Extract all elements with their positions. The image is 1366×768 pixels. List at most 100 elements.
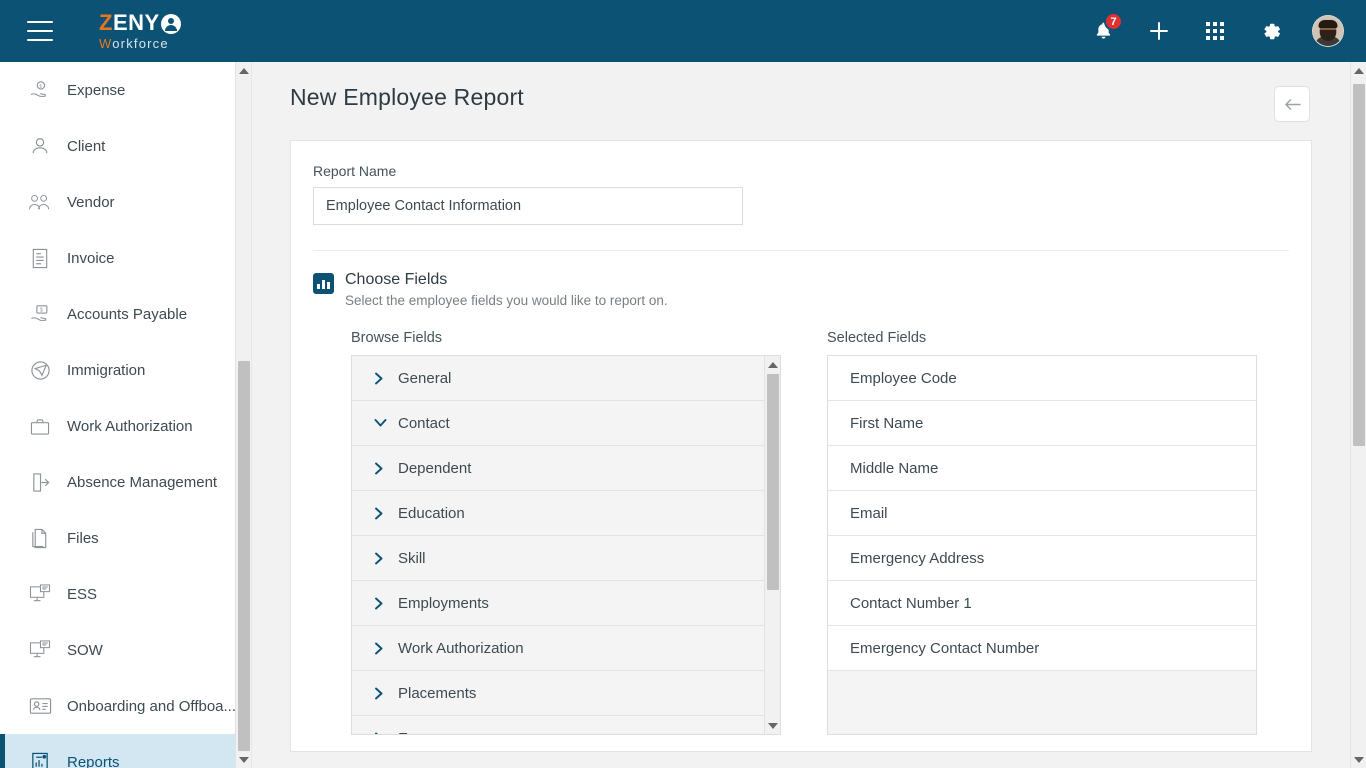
- add-new-button[interactable]: [1144, 16, 1174, 46]
- browse-scroll-down-arrow[interactable]: [765, 717, 780, 734]
- browse-scroll-up-arrow[interactable]: [765, 356, 780, 373]
- browse-row-label: Work Authorization: [398, 639, 524, 657]
- selected-fields-label: Selected Fields: [827, 330, 927, 346]
- sidebar-item-immigration[interactable]: Immigration: [0, 342, 251, 398]
- hamburger-menu-icon[interactable]: [27, 21, 53, 41]
- plus-icon: [1150, 22, 1168, 40]
- page-scroll-thumb[interactable]: [1353, 84, 1365, 446]
- sidebar-item-reports[interactable]: Reports: [0, 734, 251, 768]
- report-builder-card: Report Name Choose Fields Select the emp…: [290, 140, 1312, 752]
- sidebar-scroll-thumb[interactable]: [238, 361, 250, 751]
- sidebar-item-vendor[interactable]: Vendor: [0, 174, 251, 230]
- browse-fields-scrollbar[interactable]: [764, 356, 780, 734]
- left-sidebar-navigation: $ Expense Client Vendor Invoice $ Accoun…: [0, 62, 252, 768]
- sidebar-item-label: Invoice: [67, 249, 115, 267]
- sidebar-item-absence-management[interactable]: Absence Management: [0, 454, 251, 510]
- sidebar-item-expense[interactable]: $ Expense: [0, 62, 251, 118]
- sidebar-item-invoice[interactable]: Invoice: [0, 230, 251, 286]
- apps-launcher-button[interactable]: [1200, 16, 1230, 46]
- selected-field-row[interactable]: Contact Number 1: [828, 581, 1256, 626]
- selected-field-row[interactable]: Emergency Address: [828, 536, 1256, 581]
- immigration-icon: [27, 358, 53, 382]
- browse-fields-label: Browse Fields: [351, 330, 443, 346]
- sidebar-item-label: Files: [67, 529, 99, 547]
- chevron-right-icon[interactable]: [374, 507, 390, 520]
- selected-field-row[interactable]: First Name: [828, 401, 1256, 446]
- browse-scroll-thumb[interactable]: [767, 374, 779, 590]
- browse-fields-rows: General Contact Dependent Education Skil…: [352, 356, 764, 735]
- browse-row-label: E: [398, 730, 408, 735]
- sidebar-item-label: SOW: [67, 641, 103, 659]
- selected-field-row[interactable]: Middle Name: [828, 446, 1256, 491]
- app-logo[interactable]: Z ENY Workforce: [99, 12, 181, 50]
- notifications-button[interactable]: 7: [1088, 12, 1123, 46]
- onboarding-icon: [27, 694, 53, 718]
- selected-field-row[interactable]: Email: [828, 491, 1256, 536]
- sidebar-item-ess[interactable]: ESS: [0, 566, 251, 622]
- back-button[interactable]: [1274, 86, 1310, 122]
- sow-icon: [27, 638, 53, 662]
- report-name-input[interactable]: [313, 187, 743, 225]
- choose-fields-title: Choose Fields: [345, 271, 448, 288]
- choose-fields-subtitle: Select the employee fields you would lik…: [345, 293, 668, 308]
- gear-icon: [1264, 23, 1280, 39]
- sidebar-scroll-down-arrow[interactable]: [236, 751, 251, 768]
- selected-fields-column: Selected Fields Employee Code First Name…: [827, 330, 1257, 735]
- chevron-right-icon[interactable]: [374, 552, 390, 565]
- browse-row-partial[interactable]: E: [352, 716, 764, 735]
- sidebar-item-label: Absence Management: [67, 473, 218, 491]
- ess-icon: [27, 582, 53, 606]
- report-name-label: Report Name: [313, 163, 397, 179]
- browse-row-general[interactable]: General: [352, 356, 764, 401]
- invoice-icon: [27, 246, 53, 270]
- browse-row-label: Skill: [398, 549, 426, 567]
- browse-row-placements[interactable]: Placements: [352, 671, 764, 716]
- svg-text:$: $: [40, 307, 43, 313]
- user-avatar[interactable]: [1312, 15, 1344, 47]
- settings-button[interactable]: [1256, 16, 1286, 46]
- sidebar-item-onboarding-offboarding[interactable]: Onboarding and Offboa...: [0, 678, 251, 734]
- browse-fields-column: Browse Fields General Contact Dependent …: [351, 330, 781, 735]
- chevron-right-icon[interactable]: [374, 372, 390, 385]
- page-scrollbar[interactable]: [1350, 62, 1366, 768]
- chevron-right-icon[interactable]: [374, 687, 390, 700]
- vendor-icon: [27, 190, 53, 214]
- sidebar-item-work-authorization[interactable]: Work Authorization: [0, 398, 251, 454]
- report-name-group: Report Name: [313, 163, 1289, 225]
- chevron-right-icon[interactable]: [374, 597, 390, 610]
- browse-row-education[interactable]: Education: [352, 491, 764, 536]
- chevron-right-icon[interactable]: [374, 642, 390, 655]
- browse-fields-list[interactable]: General Contact Dependent Education Skil…: [351, 355, 781, 735]
- page-scroll-down-arrow[interactable]: [1351, 751, 1366, 768]
- sidebar-item-label: Reports: [67, 753, 120, 768]
- browse-row-contact[interactable]: Contact: [352, 401, 764, 446]
- selected-field-row[interactable]: Emergency Contact Number: [828, 626, 1256, 671]
- logo-letters-eny: ENY: [112, 10, 160, 35]
- files-icon: [27, 526, 53, 550]
- selected-fields-list[interactable]: Employee Code First Name Middle Name Ema…: [827, 355, 1257, 735]
- sidebar-item-client[interactable]: Client: [0, 118, 251, 174]
- logo-letters-orkforce: orkforce: [112, 36, 169, 51]
- selected-fields-dropzone[interactable]: [828, 671, 1256, 731]
- chevron-down-icon[interactable]: [374, 418, 390, 428]
- selected-field-row[interactable]: Employee Code: [828, 356, 1256, 401]
- browse-row-work-authorization[interactable]: Work Authorization: [352, 626, 764, 671]
- sidebar-item-label: Work Authorization: [67, 417, 193, 435]
- svg-text:$: $: [39, 83, 42, 88]
- page-scroll-up-arrow[interactable]: [1351, 62, 1366, 79]
- expense-icon: $: [27, 78, 53, 102]
- browse-row-dependent[interactable]: Dependent: [352, 446, 764, 491]
- browse-row-employments[interactable]: Employments: [352, 581, 764, 626]
- sidebar-item-accounts-payable[interactable]: $ Accounts Payable: [0, 286, 251, 342]
- chevron-right-icon[interactable]: [374, 462, 390, 475]
- sidebar-item-files[interactable]: Files: [0, 510, 251, 566]
- sidebar-item-sow[interactable]: SOW: [0, 622, 251, 678]
- chevron-right-icon[interactable]: [374, 732, 390, 734]
- logo-letter-w: W: [99, 36, 113, 51]
- absence-management-icon: [27, 470, 53, 494]
- sidebar-scroll-up-arrow[interactable]: [236, 62, 251, 79]
- work-authorization-icon: [27, 414, 53, 438]
- top-header-bar: Z ENY Workforce 7: [0, 0, 1366, 62]
- sidebar-scrollbar[interactable]: [235, 62, 251, 768]
- browse-row-skill[interactable]: Skill: [352, 536, 764, 581]
